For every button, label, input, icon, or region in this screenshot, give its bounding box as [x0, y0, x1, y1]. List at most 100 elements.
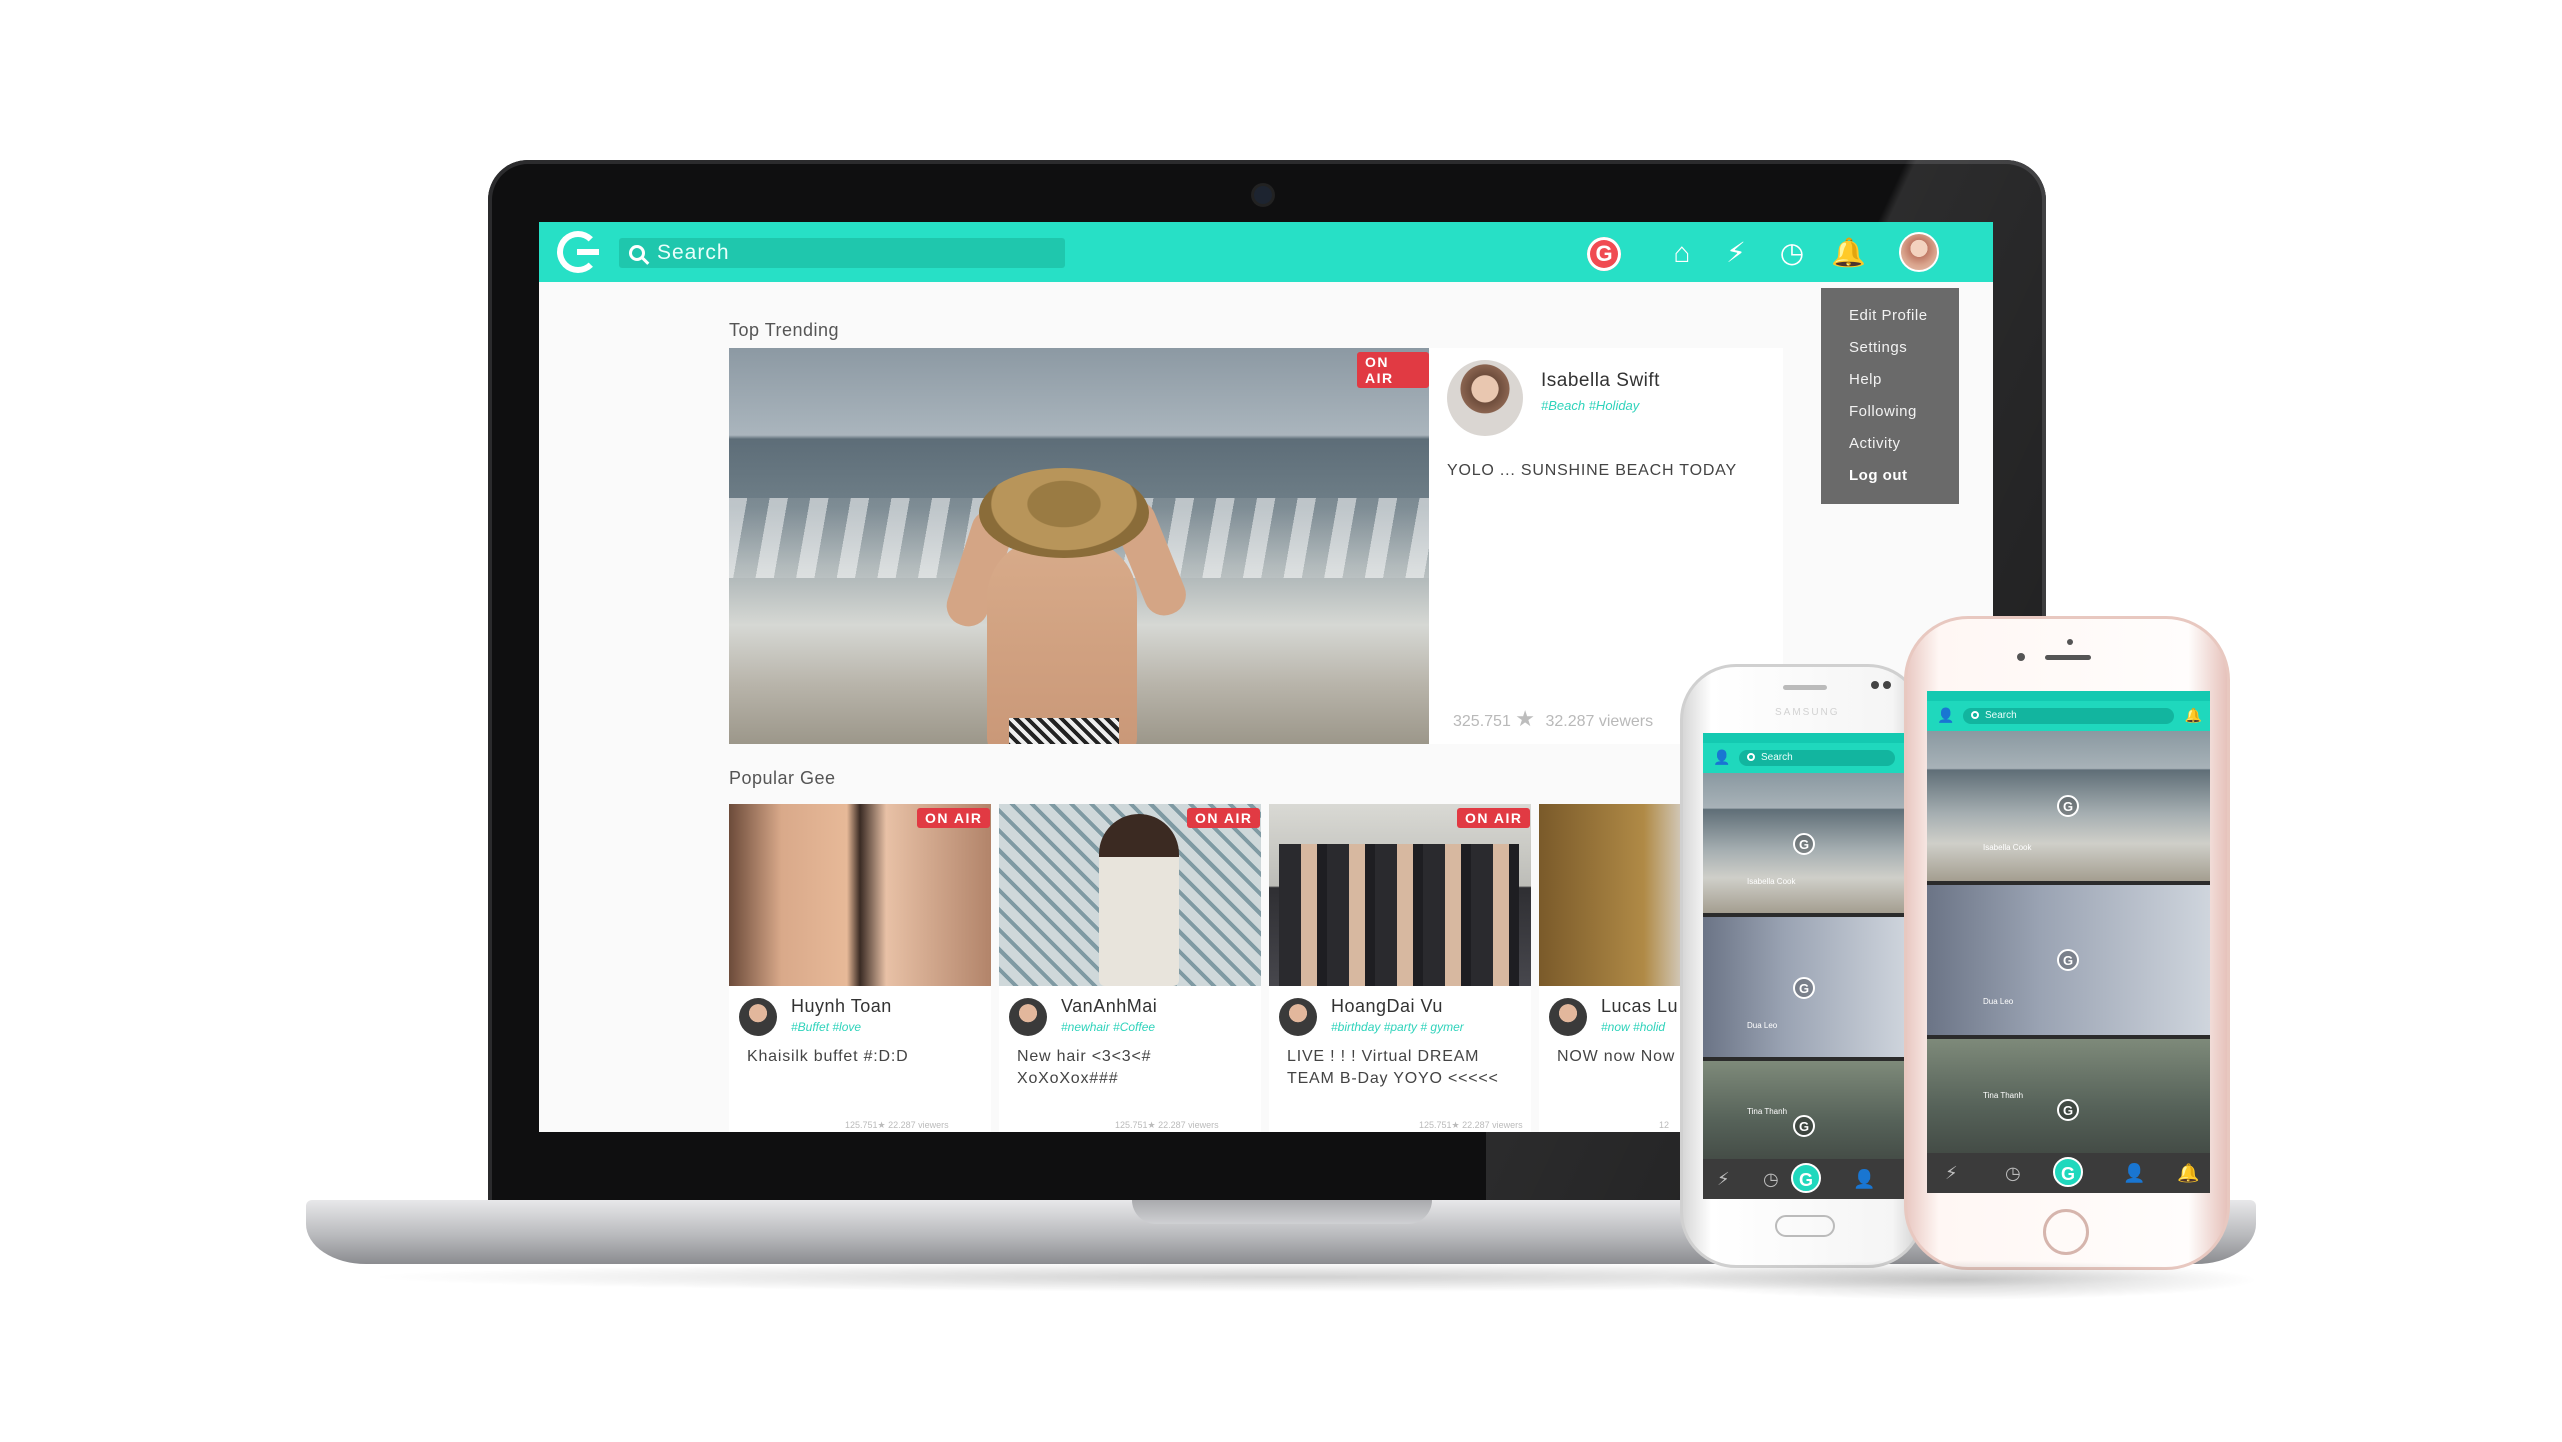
- search-icon: [629, 245, 645, 261]
- stream-tile[interactable]: G Tina Thanh: [1703, 1061, 1907, 1161]
- star-icon: ★: [877, 1120, 886, 1130]
- android-screen: 👤 Search G Isabella Cook G Dua Leo G Tin…: [1703, 733, 1907, 1199]
- likes-count: 125.751: [1419, 1120, 1452, 1130]
- search-input[interactable]: Search: [1739, 750, 1895, 766]
- star-icon[interactable]: ★: [1515, 706, 1535, 731]
- featured-stream-thumbnail[interactable]: ON AIR: [729, 348, 1429, 744]
- user-name[interactable]: HoangDai Vu: [1331, 996, 1443, 1017]
- home-button[interactable]: [1775, 1215, 1835, 1237]
- webcam: [1254, 186, 1272, 204]
- menu-item-settings[interactable]: Settings: [1821, 332, 1959, 364]
- featured-name[interactable]: Isabella Swift: [1541, 370, 1660, 392]
- stream-thumbnail[interactable]: ON AIR: [1269, 804, 1531, 986]
- phone-brand: SAMSUNG: [1775, 707, 1840, 718]
- lightning-icon[interactable]: ⚡: [1717, 1169, 1730, 1190]
- featured-tags[interactable]: #Beach #Holiday: [1541, 398, 1639, 413]
- bell-icon[interactable]: 🔔: [2177, 1163, 2199, 1184]
- tile-user-name: Tina Thanh: [1747, 1107, 1788, 1116]
- hashtags[interactable]: #birthday #party # gymer: [1331, 1020, 1464, 1034]
- stream-stats: 125.751★ 22.287 viewers: [1419, 1120, 1523, 1131]
- menu-item-following[interactable]: Following: [1821, 396, 1959, 428]
- body-shape: [987, 538, 1137, 744]
- user-icon[interactable]: 👤: [1937, 707, 1954, 725]
- app-bar: 👤 Search 🔔: [1927, 701, 2210, 731]
- home-icon[interactable]: ⌂: [1665, 236, 1699, 270]
- stream-stats: 125.751★ 22.287 viewers: [845, 1120, 949, 1131]
- menu-item-log-out[interactable]: Log out: [1821, 460, 1959, 492]
- user-avatar[interactable]: [1279, 998, 1317, 1036]
- g-logo-icon[interactable]: [557, 231, 599, 273]
- search-input[interactable]: Search: [1963, 708, 2174, 724]
- featured-person-image: [941, 468, 1192, 744]
- g-home-button[interactable]: G: [1791, 1163, 1821, 1193]
- g-icon: G: [2057, 949, 2079, 971]
- menu-item-help[interactable]: Help: [1821, 364, 1959, 396]
- stream-tile[interactable]: G Tina Thanh: [1927, 1039, 2210, 1153]
- phone-speaker: [2045, 655, 2091, 660]
- stream-tile[interactable]: G Isabella Cook: [1927, 731, 2210, 881]
- user-avatar[interactable]: [739, 998, 777, 1036]
- viewers-count: 22.287 viewers: [1158, 1120, 1219, 1130]
- stream-tile[interactable]: G Dua Leo: [1927, 885, 2210, 1035]
- user-avatar[interactable]: [1009, 998, 1047, 1036]
- search-input[interactable]: Search: [619, 238, 1065, 268]
- profile-icon[interactable]: 👤: [1853, 1169, 1875, 1190]
- hat-shape: [979, 468, 1149, 558]
- iphone: 👤 Search 🔔 G Isabella Cook G Dua Leo G T…: [1904, 616, 2230, 1270]
- likes-count: 12: [1659, 1120, 1670, 1130]
- star-icon: ★: [1147, 1120, 1156, 1130]
- user-icon[interactable]: 👤: [1713, 749, 1730, 767]
- clock-icon[interactable]: ◷: [1763, 1169, 1779, 1190]
- android-phone: SAMSUNG 👤 Search G Isabella Cook G Dua L…: [1680, 664, 1924, 1268]
- stream-card-info: VanAnhMai #newhair #Coffee New hair <3<3…: [999, 986, 1261, 1132]
- profile-dropdown-menu: Edit Profile Settings Help Following Act…: [1821, 288, 1959, 504]
- featured-avatar[interactable]: [1447, 360, 1523, 436]
- profile-icon[interactable]: 👤: [2123, 1163, 2145, 1184]
- tile-user-name: Dua Leo: [1983, 997, 2014, 1006]
- phone-speaker: [1783, 685, 1827, 690]
- hashtags[interactable]: #Buffet #love: [791, 1020, 861, 1034]
- on-air-badge: ON AIR: [1357, 352, 1429, 388]
- g-button-icon[interactable]: G: [1587, 237, 1621, 271]
- likes-count: 125.751: [1115, 1120, 1148, 1130]
- stream-thumbnail[interactable]: ON AIR: [729, 804, 991, 986]
- star-icon: ★: [1451, 1120, 1460, 1130]
- menu-item-edit-profile[interactable]: Edit Profile: [1821, 300, 1959, 332]
- user-name[interactable]: Lucas Lu: [1601, 996, 1678, 1017]
- on-air-badge: ON AIR: [1187, 808, 1261, 828]
- bell-icon[interactable]: 🔔: [1831, 236, 1866, 270]
- home-button[interactable]: [2043, 1209, 2089, 1255]
- top-bar: Search G ⌂ ⚡ ◷ 🔔: [539, 222, 1993, 282]
- stream-tile[interactable]: G Isabella Cook: [1703, 773, 1907, 913]
- stream-stats: 125.751★ 22.287 viewers: [1115, 1120, 1219, 1131]
- hashtags[interactable]: #newhair #Coffee: [1061, 1020, 1155, 1034]
- caption: Khaisilk buffet #:D:D: [747, 1048, 909, 1065]
- iphone-screen: 👤 Search 🔔 G Isabella Cook G Dua Leo G T…: [1927, 691, 2210, 1193]
- tile-user-name: Isabella Cook: [1747, 877, 1796, 886]
- clock-icon[interactable]: ◷: [1775, 236, 1809, 270]
- lightning-icon[interactable]: ⚡: [1945, 1163, 1958, 1184]
- user-avatar[interactable]: [1549, 998, 1587, 1036]
- lightning-icon[interactable]: ⚡: [1719, 236, 1753, 270]
- person-silhouette: [1099, 814, 1179, 986]
- g-icon: G: [2057, 795, 2079, 817]
- menu-item-activity[interactable]: Activity: [1821, 428, 1959, 460]
- user-name[interactable]: VanAnhMai: [1061, 996, 1157, 1017]
- profile-avatar[interactable]: [1899, 232, 1939, 272]
- featured-caption: YOLO ... SUNSHINE BEACH TODAY: [1447, 462, 1737, 479]
- tile-user-name: Isabella Cook: [1983, 843, 2032, 852]
- hashtags[interactable]: #now #holid: [1601, 1020, 1665, 1034]
- stream-card-info: Huynh Toan #Buffet #love Khaisilk buffet…: [729, 986, 991, 1132]
- bell-icon[interactable]: 🔔: [2185, 707, 2202, 724]
- g-icon: G: [1793, 977, 1815, 999]
- phone-sensor: [2067, 639, 2073, 645]
- search-placeholder: Search: [657, 241, 730, 264]
- g-home-button[interactable]: G: [2053, 1157, 2083, 1187]
- user-name[interactable]: Huynh Toan: [791, 996, 892, 1017]
- section-title-top-trending: Top Trending: [729, 320, 840, 340]
- stream-thumbnail[interactable]: ON AIR: [999, 804, 1261, 986]
- clock-icon[interactable]: ◷: [2005, 1163, 2021, 1184]
- tile-user-name: Tina Thanh: [1983, 1091, 2024, 1100]
- stream-tile[interactable]: G Dua Leo: [1703, 917, 1907, 1057]
- bottom-nav: ⚡ ◷ G 👤: [1703, 1159, 1907, 1199]
